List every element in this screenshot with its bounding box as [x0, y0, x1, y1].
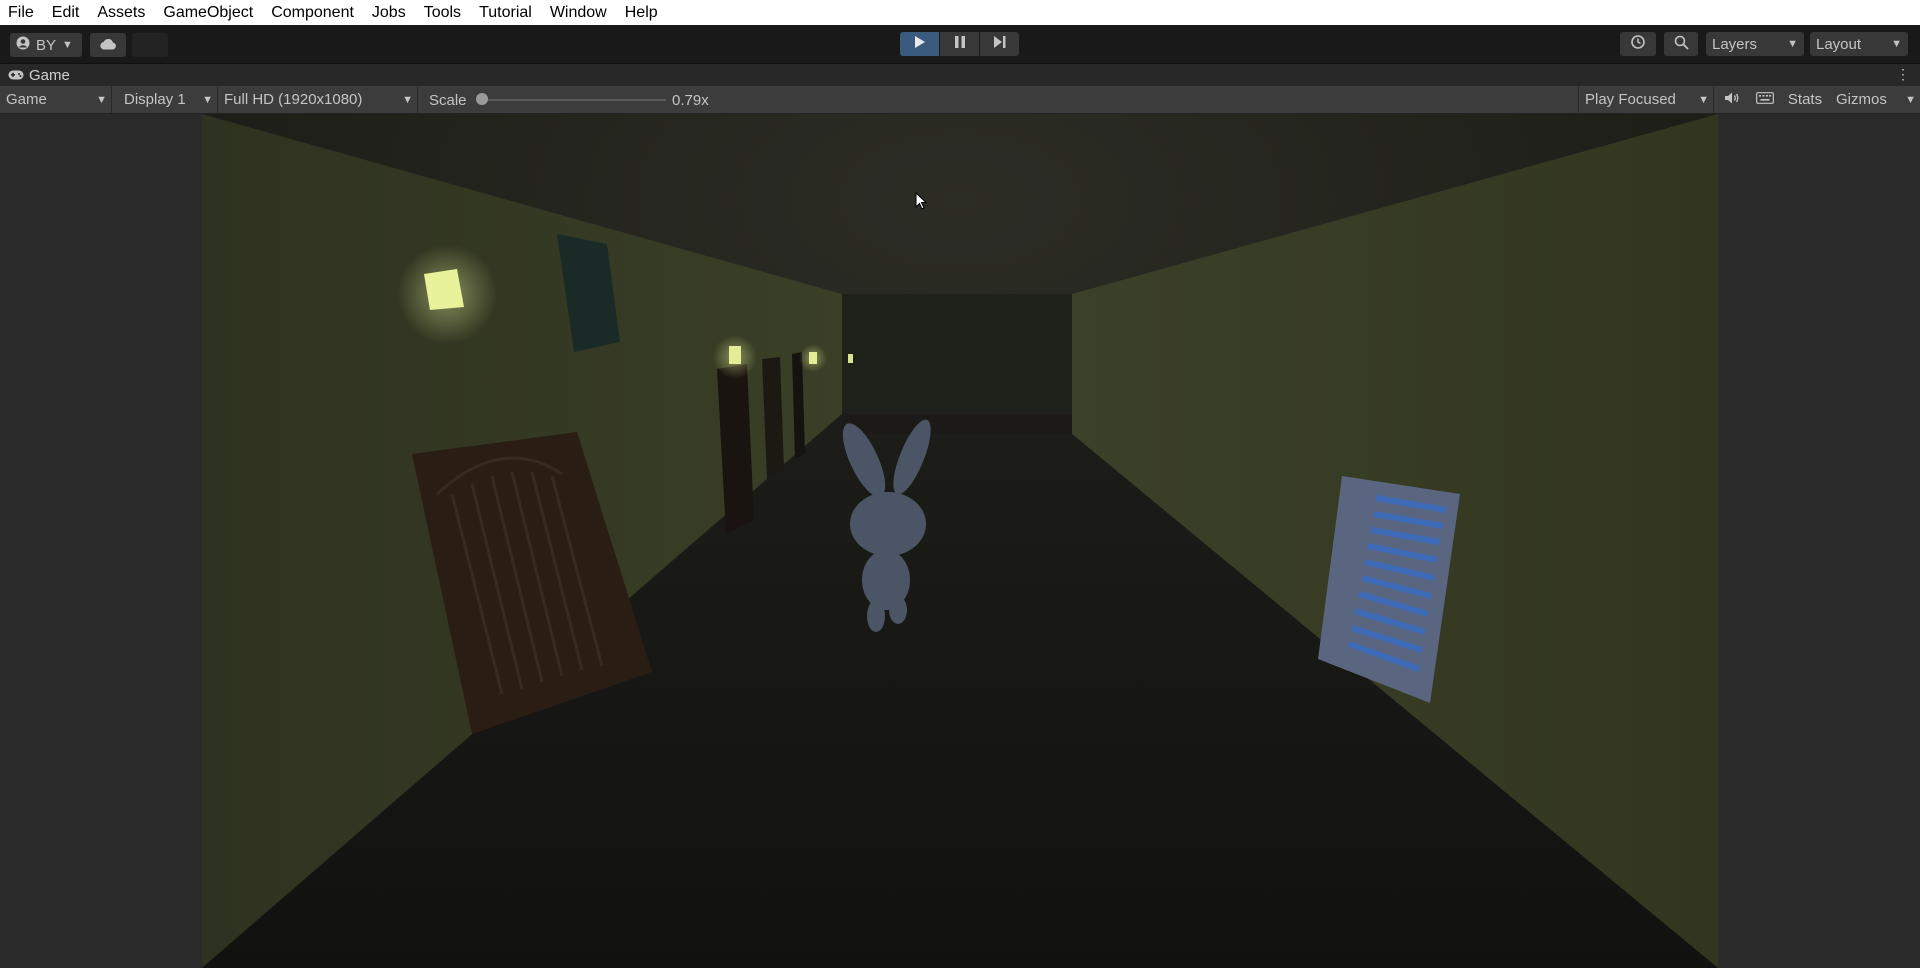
chevron-down-icon: ▼: [1891, 38, 1902, 50]
pause-button[interactable]: [940, 32, 979, 56]
shortcuts-button[interactable]: [1750, 86, 1780, 113]
menu-window[interactable]: Window: [541, 0, 616, 25]
cloud-icon: [99, 37, 117, 54]
chevron-down-icon: ▼: [62, 39, 73, 51]
gizmos-label: Gizmos: [1836, 91, 1887, 108]
tab-game-label: Game: [29, 67, 70, 84]
menu-help[interactable]: Help: [616, 0, 667, 25]
view-mode-dropdown[interactable]: Game ▼: [0, 86, 112, 113]
account-dropdown[interactable]: BY ▼: [10, 33, 82, 57]
menu-bar: File Edit Assets GameObject Component Jo…: [0, 0, 1920, 25]
resolution-dropdown[interactable]: Full HD (1920x1080) ▼: [218, 86, 418, 113]
scale-slider-handle[interactable]: [476, 93, 488, 105]
layers-label: Layers: [1712, 35, 1758, 53]
chevron-down-icon: ▼: [202, 93, 213, 106]
gamepad-icon: [8, 67, 24, 84]
tab-bar: Game ⋮: [0, 63, 1920, 87]
resolution-label: Full HD (1920x1080): [224, 91, 363, 108]
pause-icon: [954, 35, 966, 53]
play-button[interactable]: [900, 32, 939, 56]
play-mode-dropdown[interactable]: Play Focused ▼: [1578, 86, 1714, 113]
scale-label: Scale: [429, 92, 467, 109]
chevron-down-icon: ▼: [1905, 93, 1916, 106]
play-icon: [914, 35, 926, 53]
stats-button[interactable]: Stats: [1784, 86, 1826, 113]
menu-tools[interactable]: Tools: [415, 0, 470, 25]
step-icon: [993, 35, 1007, 53]
search-button[interactable]: [1664, 32, 1698, 56]
display-label: Display 1: [124, 91, 186, 108]
search-icon: [1674, 35, 1689, 54]
game-render[interactable]: [202, 114, 1718, 968]
menu-gameobject[interactable]: GameObject: [154, 0, 262, 25]
chevron-down-icon: ▼: [96, 93, 107, 106]
account-label: BY: [36, 36, 57, 54]
speaker-icon: [1724, 91, 1740, 109]
mouse-cursor-icon: [915, 192, 927, 210]
history-icon: [1630, 34, 1646, 54]
gizmos-dropdown[interactable]: Gizmos ▼: [1830, 86, 1920, 113]
menu-jobs[interactable]: Jobs: [363, 0, 415, 25]
game-view[interactable]: [0, 114, 1920, 968]
scale-value: 0.79x: [672, 92, 709, 109]
menu-file[interactable]: File: [0, 0, 43, 25]
keyboard-icon: [1756, 91, 1774, 108]
account-icon: [16, 36, 30, 54]
layout-dropdown[interactable]: Layout ▼: [1810, 32, 1908, 56]
cloud-button[interactable]: [90, 33, 126, 57]
menu-assets[interactable]: Assets: [88, 0, 154, 25]
menu-edit[interactable]: Edit: [43, 0, 89, 25]
game-view-toolbar: Game ▼ Display 1 ▼ Full HD (1920x1080) ▼…: [0, 86, 1920, 114]
main-toolbar: BY ▼ Layers ▼ Layout ▼: [0, 25, 1920, 63]
empty-toolbar-slot: [132, 33, 168, 57]
tab-game[interactable]: Game: [8, 67, 70, 84]
play-mode-label: Play Focused: [1585, 91, 1676, 108]
layout-label: Layout: [1816, 35, 1862, 53]
undo-history-button[interactable]: [1620, 32, 1656, 56]
layers-dropdown[interactable]: Layers ▼: [1706, 32, 1804, 56]
chevron-down-icon: ▼: [1787, 38, 1798, 50]
view-mode-label: Game: [6, 91, 47, 108]
more-options-icon[interactable]: ⋮: [1896, 66, 1910, 83]
scale-slider-track[interactable]: [482, 99, 666, 101]
mute-audio-button[interactable]: [1718, 86, 1746, 113]
chevron-down-icon: ▼: [402, 93, 413, 106]
chevron-down-icon: ▼: [1698, 93, 1709, 106]
display-dropdown[interactable]: Display 1 ▼: [118, 86, 218, 113]
menu-tutorial[interactable]: Tutorial: [470, 0, 541, 25]
step-button[interactable]: [980, 32, 1019, 56]
corridor-scene: [202, 114, 1718, 968]
menu-component[interactable]: Component: [262, 0, 363, 25]
